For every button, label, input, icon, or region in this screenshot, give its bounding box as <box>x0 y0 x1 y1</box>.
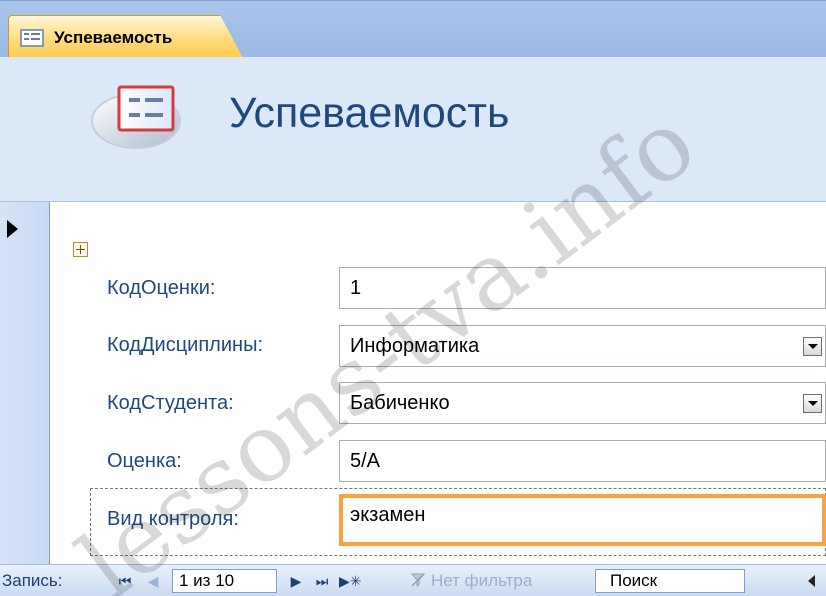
field-label-kod-studenta: КодСтудента: <box>107 392 234 414</box>
new-record-icon[interactable]: ▶✳ <box>339 572 362 590</box>
field-label-vid-kontrolya: Вид контроля: <box>107 508 239 530</box>
vid-kontrolya-input[interactable]: экзамен <box>339 494 826 546</box>
layout-move-handle-icon[interactable] <box>73 242 88 257</box>
form-logo-icon <box>91 85 181 149</box>
filter-icon <box>411 573 425 587</box>
access-form-window: Успеваемость Успеваемость КодОценки: 1 К… <box>0 0 826 596</box>
record-navigation-label: Запись: <box>2 571 63 590</box>
kod-distsipliny-value: Информатика <box>350 335 480 357</box>
record-navigation-bar: Запись: ⏮ ◀ 1 из 10 ▶ ⏭ ▶✳ Нет фильтра П… <box>0 564 826 596</box>
record-number-input[interactable]: 1 из 10 <box>172 569 277 593</box>
kod-studenta-combobox[interactable]: Бабиченко <box>339 382 826 424</box>
search-input[interactable]: Поиск <box>595 569 745 593</box>
chevron-down-icon[interactable] <box>803 394 822 413</box>
scroll-left-icon[interactable] <box>808 575 815 587</box>
filter-status-button[interactable]: Нет фильтра <box>411 569 532 593</box>
tab-label: Успеваемость <box>54 27 173 47</box>
field-label-kod-distsipliny: КодДисциплины: <box>107 334 263 356</box>
record-selector[interactable] <box>0 202 50 564</box>
first-record-icon[interactable]: ⏮ <box>116 572 134 590</box>
kod-otsenki-input[interactable]: 1 <box>339 267 826 309</box>
last-record-icon[interactable]: ⏭ <box>313 572 331 590</box>
current-record-arrow-icon <box>7 220 18 238</box>
tab-uspevaemost[interactable]: Успеваемость <box>8 15 243 58</box>
form-title: Успеваемость <box>229 89 510 137</box>
form-header: Успеваемость <box>0 57 826 202</box>
form-icon <box>20 28 44 47</box>
document-tab-strip: Успеваемость <box>0 0 826 58</box>
field-label-kod-otsenki: КодОценки: <box>107 277 216 299</box>
next-record-icon[interactable]: ▶ <box>287 572 305 590</box>
otsenka-input[interactable]: 5/А <box>339 440 826 482</box>
filter-status-label: Нет фильтра <box>431 571 533 590</box>
chevron-down-icon[interactable] <box>803 337 822 356</box>
form-detail-section: КодОценки: 1 КодДисциплины: Информатика … <box>0 202 826 564</box>
kod-studenta-value: Бабиченко <box>350 392 450 414</box>
kod-distsipliny-combobox[interactable]: Информатика <box>339 325 826 367</box>
field-label-otsenka: Оценка: <box>107 450 182 472</box>
previous-record-icon[interactable]: ◀ <box>144 572 162 590</box>
